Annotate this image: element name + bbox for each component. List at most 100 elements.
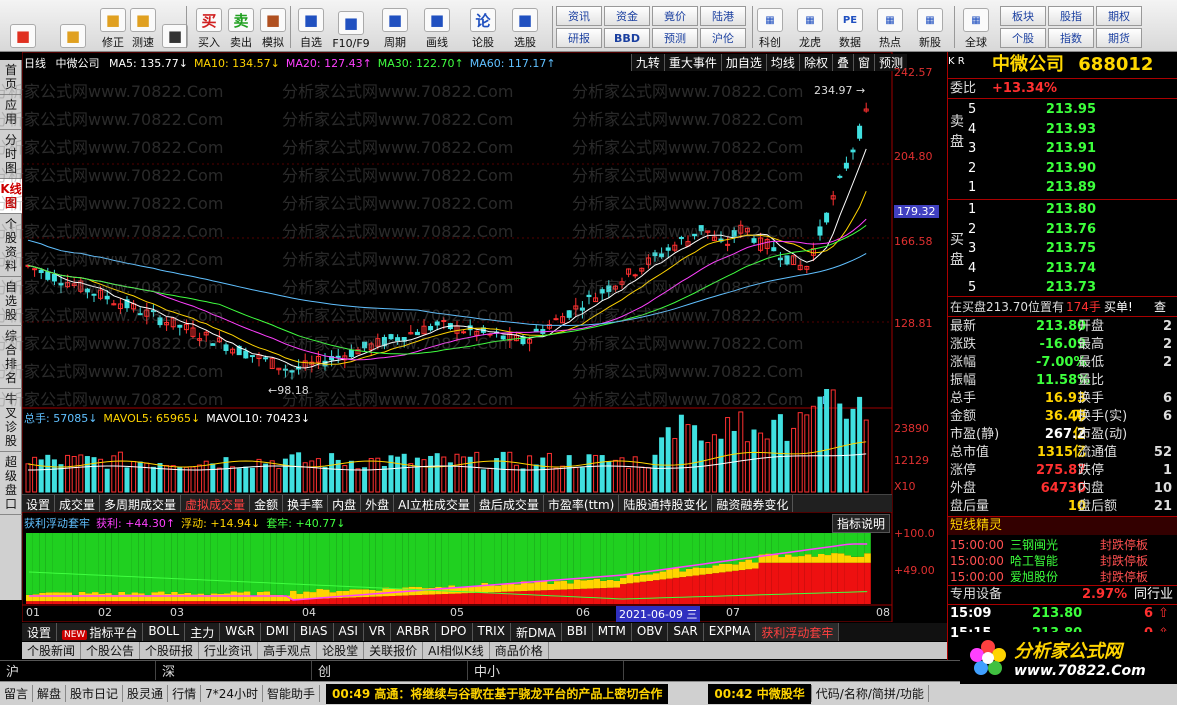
toolbar-button2-3[interactable]: ▦ 热点 (872, 4, 908, 50)
news-ticker-2[interactable]: 00:42 中微股华 (708, 683, 811, 704)
kline-chart[interactable]: 234.97 →←98.18L (22, 52, 947, 622)
toolbar-grid-item[interactable]: BBD (604, 28, 650, 48)
toolbar-button-9[interactable]: ■ F10/F9 (332, 4, 370, 50)
indicator-tab-12[interactable]: 新DMA (510, 623, 562, 641)
toolbar-grid-item[interactable]: 指数 (1048, 28, 1094, 48)
toolbar-button2-2[interactable]: PE 数据 (832, 4, 868, 50)
toolbar-button-1[interactable]: ■ (56, 4, 90, 50)
index-item-3[interactable]: 中小 (468, 661, 624, 680)
chart-button-1[interactable]: 重大事件 (663, 54, 721, 71)
info-tab-4[interactable]: 高手观点 (258, 642, 318, 659)
toolbar-grid-item[interactable]: 资讯 (556, 6, 602, 26)
toolbar-button-0[interactable]: ■ (6, 4, 40, 50)
volume-tab-5[interactable]: 换手率 (283, 495, 329, 512)
indicator-tab-8[interactable]: VR (363, 623, 392, 641)
toolbar-button-2[interactable]: ■ 修正 (96, 4, 130, 50)
volume-tab-0[interactable]: 设置 (22, 495, 56, 512)
status-item-5[interactable]: 7*24小时 (201, 685, 263, 702)
sidebar-item-0[interactable]: 首页 (0, 60, 22, 95)
indicator-tab-3[interactable]: 主力 (185, 623, 221, 641)
toolbar-grid-item[interactable]: 期权 (1096, 6, 1142, 26)
volume-tab-4[interactable]: 金额 (250, 495, 284, 512)
index-item-0[interactable]: 沪 (0, 661, 156, 680)
toolbar-button-7[interactable]: ■ 模拟 (256, 4, 290, 50)
indicator-tab-13[interactable]: BBI (561, 623, 593, 641)
indicator-tab-7[interactable]: ASI (333, 623, 364, 641)
indicator-tab-9[interactable]: ARBR (391, 623, 436, 641)
indicator-tab-0[interactable]: 设置 (22, 623, 58, 641)
chart-button-5[interactable]: 叠 (831, 54, 853, 71)
sidebar-item-4[interactable]: 个股资料 (0, 214, 22, 277)
info-tab-0[interactable]: 个股新闻 (22, 642, 82, 659)
toolbar-button-3[interactable]: ■ 测速 (126, 4, 160, 50)
volume-tab-3[interactable]: 虚拟成交量 (181, 495, 251, 512)
toolbar-grid-item[interactable]: 竟价 (652, 6, 698, 26)
info-tab-1[interactable]: 个股公告 (81, 642, 141, 659)
toolbar-button-6[interactable]: 卖卖出 (224, 4, 258, 50)
volume-tab-7[interactable]: 外盘 (361, 495, 395, 512)
toolbar-button2-4[interactable]: ▦ 新股 (912, 4, 948, 50)
status-item-0[interactable]: 留言 (0, 685, 34, 702)
chart-button-3[interactable]: 均线 (765, 54, 799, 71)
volume-tab-2[interactable]: 多周期成交量 (100, 495, 182, 512)
toolbar-button2-0[interactable]: ▦ 科创 (752, 4, 788, 50)
chart-button-4[interactable]: 除权 (798, 54, 832, 71)
indicator-tab-10[interactable]: DPO (435, 623, 473, 641)
toolbar-grid-item[interactable]: 陆港 (700, 6, 746, 26)
toolbar-grid-item[interactable]: 资金 (604, 6, 650, 26)
index-item-2[interactable]: 创 (312, 661, 468, 680)
sidebar-item-7[interactable]: 牛叉诊股 (0, 389, 22, 452)
toolbar-grid-item[interactable]: 个股 (1000, 28, 1046, 48)
sidebar-item-5[interactable]: 自选股 (0, 277, 22, 326)
indicator-tab-5[interactable]: DMI (260, 623, 295, 641)
sidebar-item-2[interactable]: 分时图 (0, 130, 22, 179)
indicator-tab-18[interactable]: 获利浮动套牢 (756, 623, 840, 641)
status-item-3[interactable]: 股灵通 (123, 685, 169, 702)
status-item-6[interactable]: 智能助手 (263, 685, 320, 702)
toolbar-grid-item[interactable]: 股指 (1048, 6, 1094, 26)
toolbar-button-5[interactable]: 买买入 (192, 4, 226, 50)
volume-tab-9[interactable]: 盘后成交量 (475, 495, 544, 512)
info-tab-7[interactable]: AI相似K线 (423, 642, 490, 659)
chart-button-2[interactable]: 加自选 (720, 54, 766, 71)
volume-tab-6[interactable]: 内盘 (328, 495, 362, 512)
volume-tab-10[interactable]: 市盈率(ttm) (544, 495, 620, 512)
sidebar-item-6[interactable]: 综合排名 (0, 326, 22, 389)
indicator-tab-16[interactable]: SAR (668, 623, 704, 641)
chart-area[interactable]: 234.97 →←98.18L 日线 中微公司 MA5: 135.77↓MA10… (0, 52, 947, 622)
indicator-help-button[interactable]: 指标说明 (832, 514, 891, 533)
toolbar-button-13[interactable]: ■ 选股 (508, 4, 542, 50)
status-item-1[interactable]: 解盘 (33, 685, 67, 702)
volume-tab-11[interactable]: 陆股通持股变化 (619, 495, 713, 512)
status-item-2[interactable]: 股市日记 (66, 685, 124, 702)
info-tab-6[interactable]: 关联报价 (364, 642, 424, 659)
indicator-tab-4[interactable]: W&R (220, 623, 261, 641)
short-alert-row[interactable]: 15:00:00 爱旭股份 封跌停板 (948, 568, 1177, 586)
sidebar-item-3[interactable]: K线图 (0, 179, 22, 214)
toolbar-button-12[interactable]: 论论股 (466, 4, 500, 50)
sidebar-item-8[interactable]: 超级盘口 (0, 452, 22, 515)
toolbar-grid-item[interactable]: 板块 (1000, 6, 1046, 26)
indicator-tab-15[interactable]: OBV (631, 623, 669, 641)
info-tab-3[interactable]: 行业资讯 (199, 642, 259, 659)
volume-tab-1[interactable]: 成交量 (55, 495, 101, 512)
toolbar-grid-item[interactable]: 沪伦 (700, 28, 746, 48)
toolbar-grid-item[interactable]: 期货 (1096, 28, 1142, 48)
toolbar-grid-item[interactable]: 研报 (556, 28, 602, 48)
toolbar-button-8[interactable]: ■ 自选 (294, 4, 328, 50)
toolbar-button2-5[interactable]: ▦ 全球 (958, 4, 994, 50)
chart-button-6[interactable]: 窗 (852, 54, 874, 71)
chart-button-0[interactable]: 九转 (630, 54, 664, 71)
indicator-tab-11[interactable]: TRIX (472, 623, 511, 641)
indicator-tab-17[interactable]: EXPMA (703, 623, 757, 641)
toolbar-button-11[interactable]: ■ 画线 (420, 4, 454, 50)
volume-tab-12[interactable]: 融资融券变化 (712, 495, 794, 512)
toolbar-button2-1[interactable]: ▦ 龙虎 (792, 4, 828, 50)
code-search[interactable]: 代码/名称/简拼/功能 (810, 685, 929, 702)
index-item-1[interactable]: 深 (156, 661, 312, 680)
info-tab-2[interactable]: 个股研报 (140, 642, 200, 659)
info-tab-8[interactable]: 商品价格 (490, 642, 549, 659)
news-ticker[interactable]: 00:49 高通：将继续与谷歌在基于骁龙平台的产品上密切合作 (326, 683, 669, 704)
toolbar-grid-item[interactable]: 预测 (652, 28, 698, 48)
status-item-4[interactable]: 行情 (168, 685, 202, 702)
